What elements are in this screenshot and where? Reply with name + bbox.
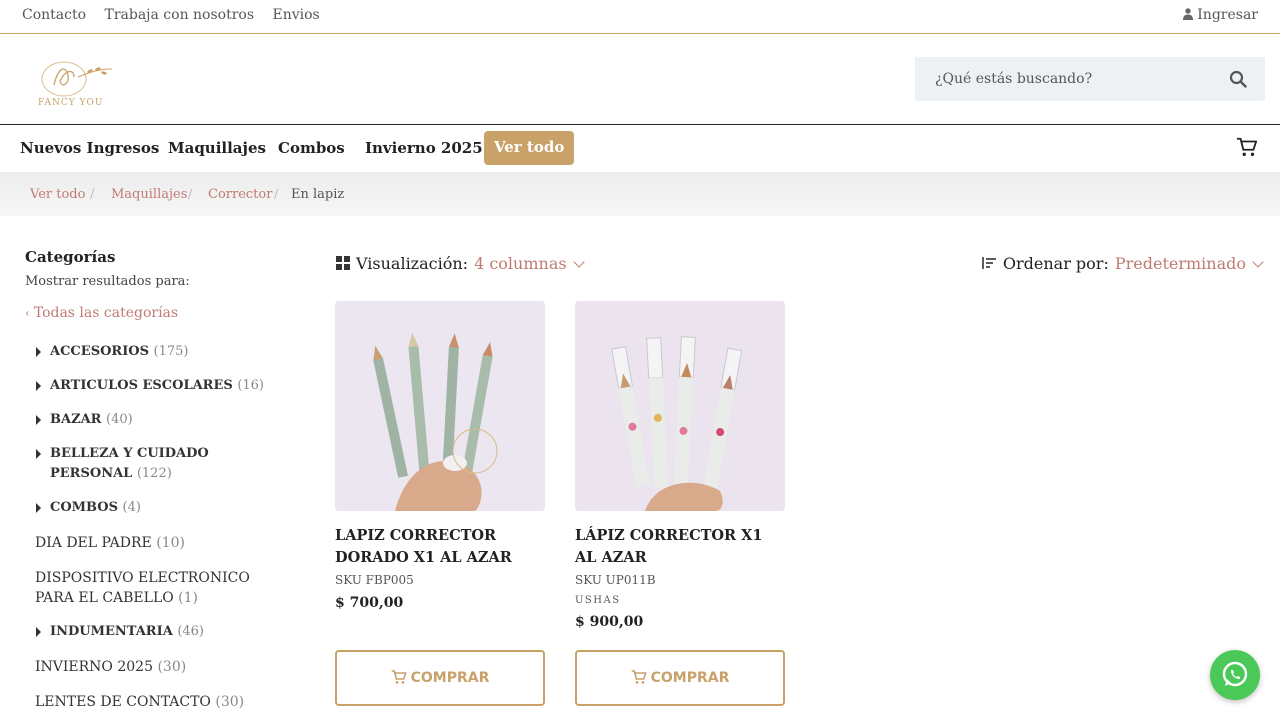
breadcrumb-current: En lapiz	[291, 187, 345, 202]
caret-right-icon[interactable]	[36, 415, 41, 425]
sidebar-subtitle: Mostrar resultados para:	[25, 274, 190, 289]
nav-item-invierno-2025[interactable]: Invierno 2025	[365, 139, 483, 157]
breadcrumb-separator: /	[188, 187, 193, 202]
breadcrumb-ver-todo[interactable]: Ver todo	[30, 187, 85, 202]
category-bazar[interactable]: BAZAR (40)	[50, 410, 133, 430]
search-icon[interactable]	[1229, 70, 1247, 88]
nav-item-combos[interactable]: Combos	[278, 139, 345, 157]
category-invierno-2025[interactable]: INVIERNO 2025 (30)	[35, 657, 186, 677]
grid-icon	[336, 256, 350, 270]
breadcrumb-maquillajes[interactable]: Maquillajes	[111, 187, 187, 202]
product-image[interactable]	[575, 301, 785, 511]
sort-label: Ordenar por:	[1002, 254, 1109, 273]
view-selector[interactable]: Visualización: 4 columnas	[336, 254, 585, 273]
top-bar: Contacto Trabaja con nosotros Envios Ing…	[0, 0, 1280, 34]
chevron-left-icon: ‹	[25, 306, 30, 320]
view-label: Visualización:	[356, 254, 469, 273]
product-name[interactable]: LAPIZ CORRECTOR DORADO X1 AL AZAR	[335, 525, 545, 569]
category-accesorios[interactable]: ACCESORIOS (175)	[50, 342, 189, 362]
product-sku: SKU FBP005	[335, 573, 414, 587]
buy-button-label: COMPRAR	[410, 670, 490, 686]
cart-icon	[391, 670, 407, 684]
top-links: Contacto Trabaja con nosotros Envios	[22, 7, 334, 23]
all-categories-link[interactable]: ‹ Todas las categorías	[25, 305, 178, 321]
product-sku: SKU UP011B	[575, 573, 656, 587]
cart-icon	[631, 670, 647, 684]
user-icon	[1183, 8, 1194, 20]
category-dia-del-padre[interactable]: DIA DEL PADRE (10)	[35, 533, 185, 553]
chevron-down-icon	[1252, 256, 1264, 268]
nav-ver-todo-button[interactable]: Ver todo	[484, 131, 575, 165]
sort-value: Predeterminado	[1114, 254, 1246, 273]
breadcrumb: Ver todo / Maquillajes / Corrector / En …	[0, 172, 1280, 216]
category-combos[interactable]: COMBOS (4)	[50, 498, 141, 518]
all-categories-label: Todas las categorías	[33, 305, 179, 321]
product-price: $ 700,00	[335, 595, 404, 611]
main-nav: Nuevos Ingresos Maquillajes Combos Invie…	[0, 126, 1280, 172]
category-belleza[interactable]: BELLEZA Y CUIDADO PERSONAL (122)	[50, 444, 285, 484]
category-articulos-escolares[interactable]: ARTICULOS ESCOLARES (16)	[50, 376, 264, 396]
product-brand[interactable]: USHAS	[575, 595, 785, 606]
nav-item-nuevos-ingresos[interactable]: Nuevos Ingresos	[20, 139, 159, 157]
breadcrumb-separator: /	[274, 187, 279, 202]
svg-text:FANCY YOU: FANCY YOU	[38, 98, 103, 108]
sort-selector[interactable]: Ordenar por: Predeterminado	[981, 254, 1264, 273]
whatsapp-icon	[1222, 661, 1248, 687]
product-price: $ 900,00	[575, 614, 644, 630]
top-link-envios[interactable]: Envios	[273, 7, 320, 23]
top-link-trabaja[interactable]: Trabaja con nosotros	[104, 7, 254, 23]
category-dispositivo[interactable]: DISPOSITIVO ELECTRONICO PARA EL CABELLO …	[35, 568, 285, 608]
caret-right-icon[interactable]	[36, 503, 41, 513]
product-card: LAPIZ CORRECTOR DORADO X1 AL AZAR SKU FB…	[335, 301, 545, 611]
caret-right-icon[interactable]	[36, 381, 41, 391]
whatsapp-button[interactable]	[1210, 650, 1260, 700]
product-image[interactable]	[335, 301, 545, 511]
sidebar-title: Categorías	[25, 248, 116, 266]
nav-item-maquillajes[interactable]: Maquillajes	[168, 139, 266, 157]
search-box	[915, 57, 1265, 101]
product-card: LÁPIZ CORRECTOR X1 AL AZAR SKU UP011B US…	[575, 301, 785, 630]
buy-button[interactable]: COMPRAR	[335, 650, 545, 706]
login-link[interactable]: Ingresar	[1183, 7, 1258, 23]
breadcrumb-separator: /	[90, 187, 95, 202]
category-lentes-de-contacto[interactable]: LENTES DE CONTACTO (30)	[35, 692, 244, 712]
cart-icon[interactable]	[1236, 136, 1258, 158]
sort-icon	[982, 257, 996, 269]
breadcrumb-corrector[interactable]: Corrector	[208, 187, 272, 202]
buy-button[interactable]: COMPRAR	[575, 650, 785, 706]
login-label: Ingresar	[1197, 7, 1258, 23]
category-indumentaria[interactable]: INDUMENTARIA (46)	[50, 622, 204, 642]
caret-right-icon[interactable]	[36, 449, 41, 459]
caret-right-icon[interactable]	[36, 627, 41, 637]
chevron-down-icon	[572, 256, 585, 268]
top-link-contacto[interactable]: Contacto	[22, 7, 86, 23]
product-name[interactable]: LÁPIZ CORRECTOR X1 AL AZAR	[575, 525, 785, 569]
brand-logo[interactable]: FANCY YOU	[16, 55, 120, 111]
view-value: 4 columnas	[474, 254, 567, 273]
caret-right-icon[interactable]	[36, 347, 41, 357]
site-header: FANCY YOU	[0, 35, 1280, 125]
search-input[interactable]	[915, 57, 1215, 101]
buy-button-label: COMPRAR	[650, 670, 730, 686]
